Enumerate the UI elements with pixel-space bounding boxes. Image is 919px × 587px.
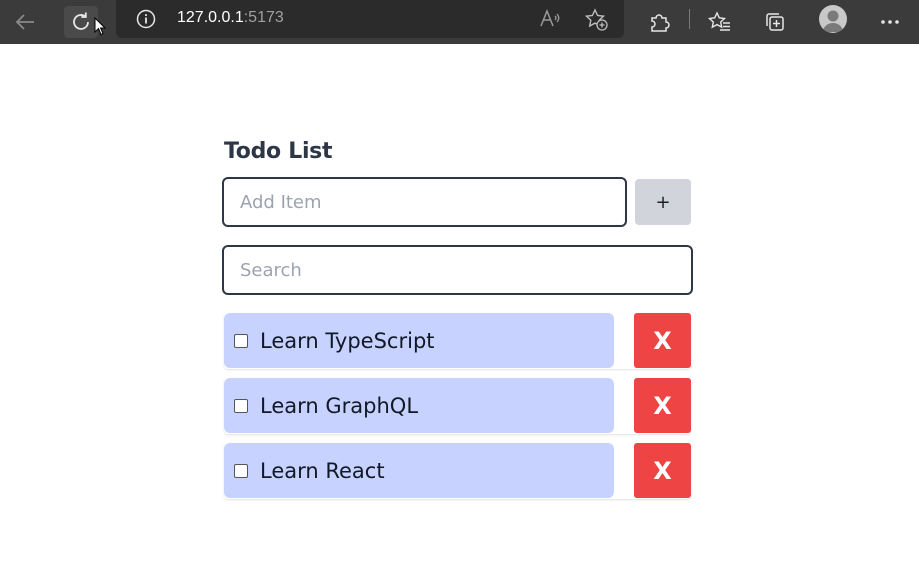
back-arrow-icon [15, 14, 34, 30]
list-item: Learn React X [224, 443, 691, 498]
search-input[interactable] [222, 245, 693, 295]
add-favorite-icon[interactable] [585, 8, 609, 32]
back-button[interactable] [9, 6, 41, 38]
todo-checkbox[interactable] [234, 398, 248, 413]
more-icon [881, 20, 899, 24]
todo-item-body: Learn React [224, 443, 614, 498]
page-title: Todo List [224, 139, 333, 164]
extensions-button[interactable] [643, 6, 675, 38]
todo-label: Learn GraphQL [260, 393, 419, 418]
avatar-silhouette [823, 10, 843, 32]
collections-button[interactable] [759, 6, 791, 38]
todo-item-body: Learn TypeScript [224, 313, 614, 368]
add-item-input[interactable] [222, 177, 627, 227]
todo-label: Learn React [260, 458, 385, 483]
favorites-button[interactable] [704, 6, 736, 38]
address-bar[interactable]: 127.0.0.1:5173 [116, 0, 624, 38]
favorites-icon [708, 11, 730, 31]
info-icon[interactable] [136, 9, 156, 29]
browser-toolbar: 127.0.0.1:5173 [0, 0, 919, 44]
delete-button[interactable]: X [634, 443, 691, 498]
reload-icon [73, 12, 89, 30]
todo-list: Learn TypeScript X Learn GraphQL X Learn… [224, 313, 691, 508]
url-text[interactable]: 127.0.0.1:5173 [177, 8, 284, 28]
list-item: Learn TypeScript X [224, 313, 691, 368]
delete-button[interactable]: X [634, 313, 691, 368]
extensions-icon [651, 14, 670, 32]
todo-label: Learn TypeScript [260, 328, 435, 353]
todo-item-body: Learn GraphQL [224, 378, 614, 433]
collections-icon [766, 13, 784, 31]
delete-button[interactable]: X [634, 378, 691, 433]
mouse-cursor-icon [94, 17, 106, 36]
profile-icon[interactable] [819, 5, 847, 33]
url-port: :5173 [243, 9, 284, 26]
toolbar-divider [689, 9, 690, 29]
more-button[interactable] [874, 6, 906, 38]
todo-app: Todo List + Learn TypeScript X Learn Gra… [222, 138, 693, 498]
url-host: 127.0.0.1 [177, 9, 244, 26]
list-item: Learn GraphQL X [224, 378, 691, 433]
reload-button[interactable] [64, 6, 98, 38]
todo-checkbox[interactable] [234, 333, 248, 348]
todo-checkbox[interactable] [234, 463, 248, 478]
add-item-button[interactable]: + [635, 179, 691, 225]
read-aloud-icon[interactable] [539, 8, 561, 30]
add-item-row: + [222, 177, 691, 227]
